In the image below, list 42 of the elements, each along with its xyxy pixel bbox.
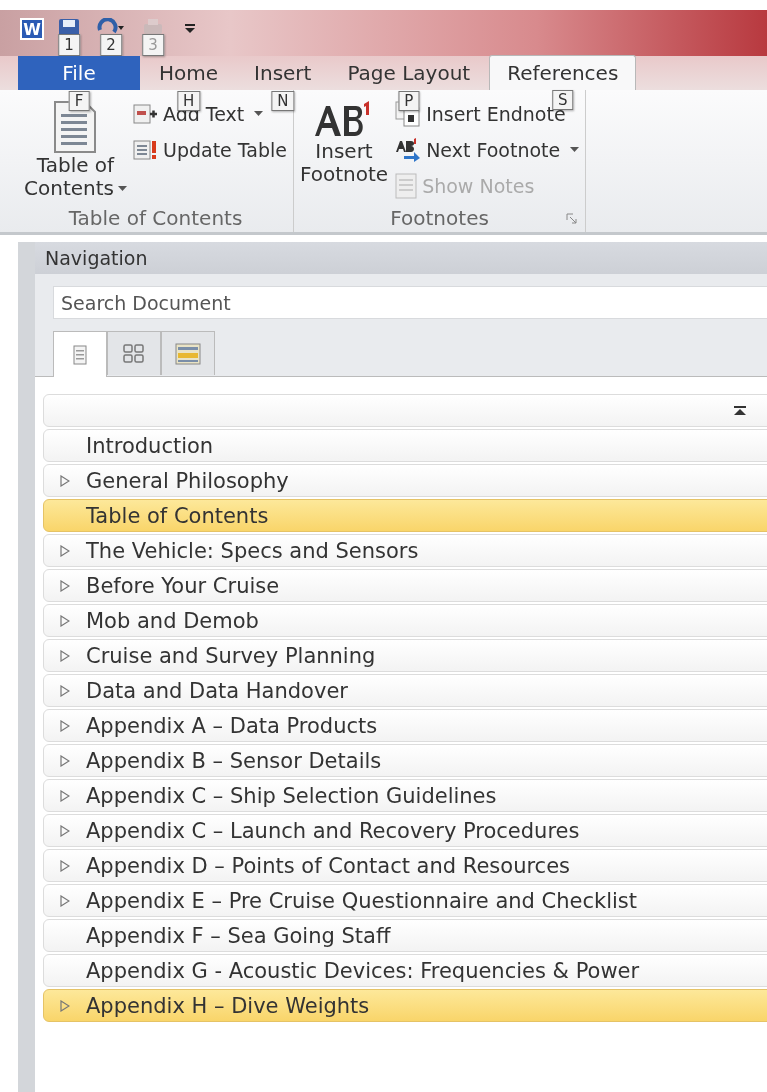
heading-item[interactable]: Appendix B – Sensor Details <box>43 744 767 777</box>
ribbon-tab[interactable]: References <box>489 55 637 90</box>
button-label: Table of <box>36 154 115 177</box>
button-label: Footnote <box>299 163 389 186</box>
ribbon-button[interactable]: Update Table <box>130 134 289 166</box>
search-field[interactable]: Search Document <box>53 286 767 319</box>
heading-item[interactable]: Appendix D – Points of Contact and Resources <box>43 849 767 882</box>
heading-item[interactable]: General Philosophy <box>43 464 767 497</box>
keytip-label: H <box>176 91 201 111</box>
ribbon-tab[interactable]: Page Layout <box>330 56 488 90</box>
pane-title: Navigation <box>45 247 148 269</box>
heading-item[interactable]: Appendix F – Sea Going Staff <box>43 919 767 952</box>
ribbon-tab[interactable]: Home <box>142 56 236 90</box>
heading-item[interactable]: Introduction <box>43 429 767 462</box>
ribbon-large-button[interactable]: Insert Footnote <box>297 94 391 204</box>
keytip-label: 1 <box>58 34 80 56</box>
keytip-label: 3 <box>142 34 164 56</box>
group-label: Footnotes <box>390 206 489 230</box>
heading-item[interactable]: The Vehicle: Specs and Sensors <box>43 534 767 567</box>
word-logo[interactable]: W <box>20 18 44 40</box>
heading-item[interactable]: Appendix C – Ship Selection Guidelines <box>43 779 767 812</box>
button-label: Contents <box>24 177 114 200</box>
ribbon-tab[interactable]: Insert <box>237 56 329 90</box>
heading-item[interactable]: Before Your Cruise <box>43 569 767 602</box>
heading-item[interactable]: Data and Data Handover <box>43 674 767 707</box>
keytip-label: S <box>552 90 574 110</box>
keytip-label: 2 <box>100 34 122 56</box>
heading-item[interactable]: Appendix A – Data Products <box>43 709 767 742</box>
button-label: Insert <box>315 140 373 163</box>
heading-item[interactable]: Cruise and Survey Planning <box>43 639 767 672</box>
heading-item[interactable]: Mob and Demob <box>43 604 767 637</box>
ribbon-button[interactable]: Next Footnote <box>392 134 582 166</box>
group-label: Table of Contents <box>68 206 243 230</box>
keytip-label: N <box>271 91 295 111</box>
heading-item[interactable]: Appendix G - Acoustic Devices: Frequencies & Power <box>43 954 767 987</box>
keytip-label: P <box>398 91 420 111</box>
heading-item[interactable]: Table of Contents <box>43 499 767 532</box>
ribbon-tab[interactable]: File <box>18 56 140 90</box>
heading-item[interactable]: Appendix E – Pre Cruise Questionnaire and Checklist <box>43 884 767 917</box>
heading-item[interactable]: Appendix C – Launch and Recovery Procedures <box>43 814 767 847</box>
keytip-label: F <box>68 91 90 111</box>
heading-item[interactable]: Appendix H – Dive Weights <box>43 989 767 1022</box>
